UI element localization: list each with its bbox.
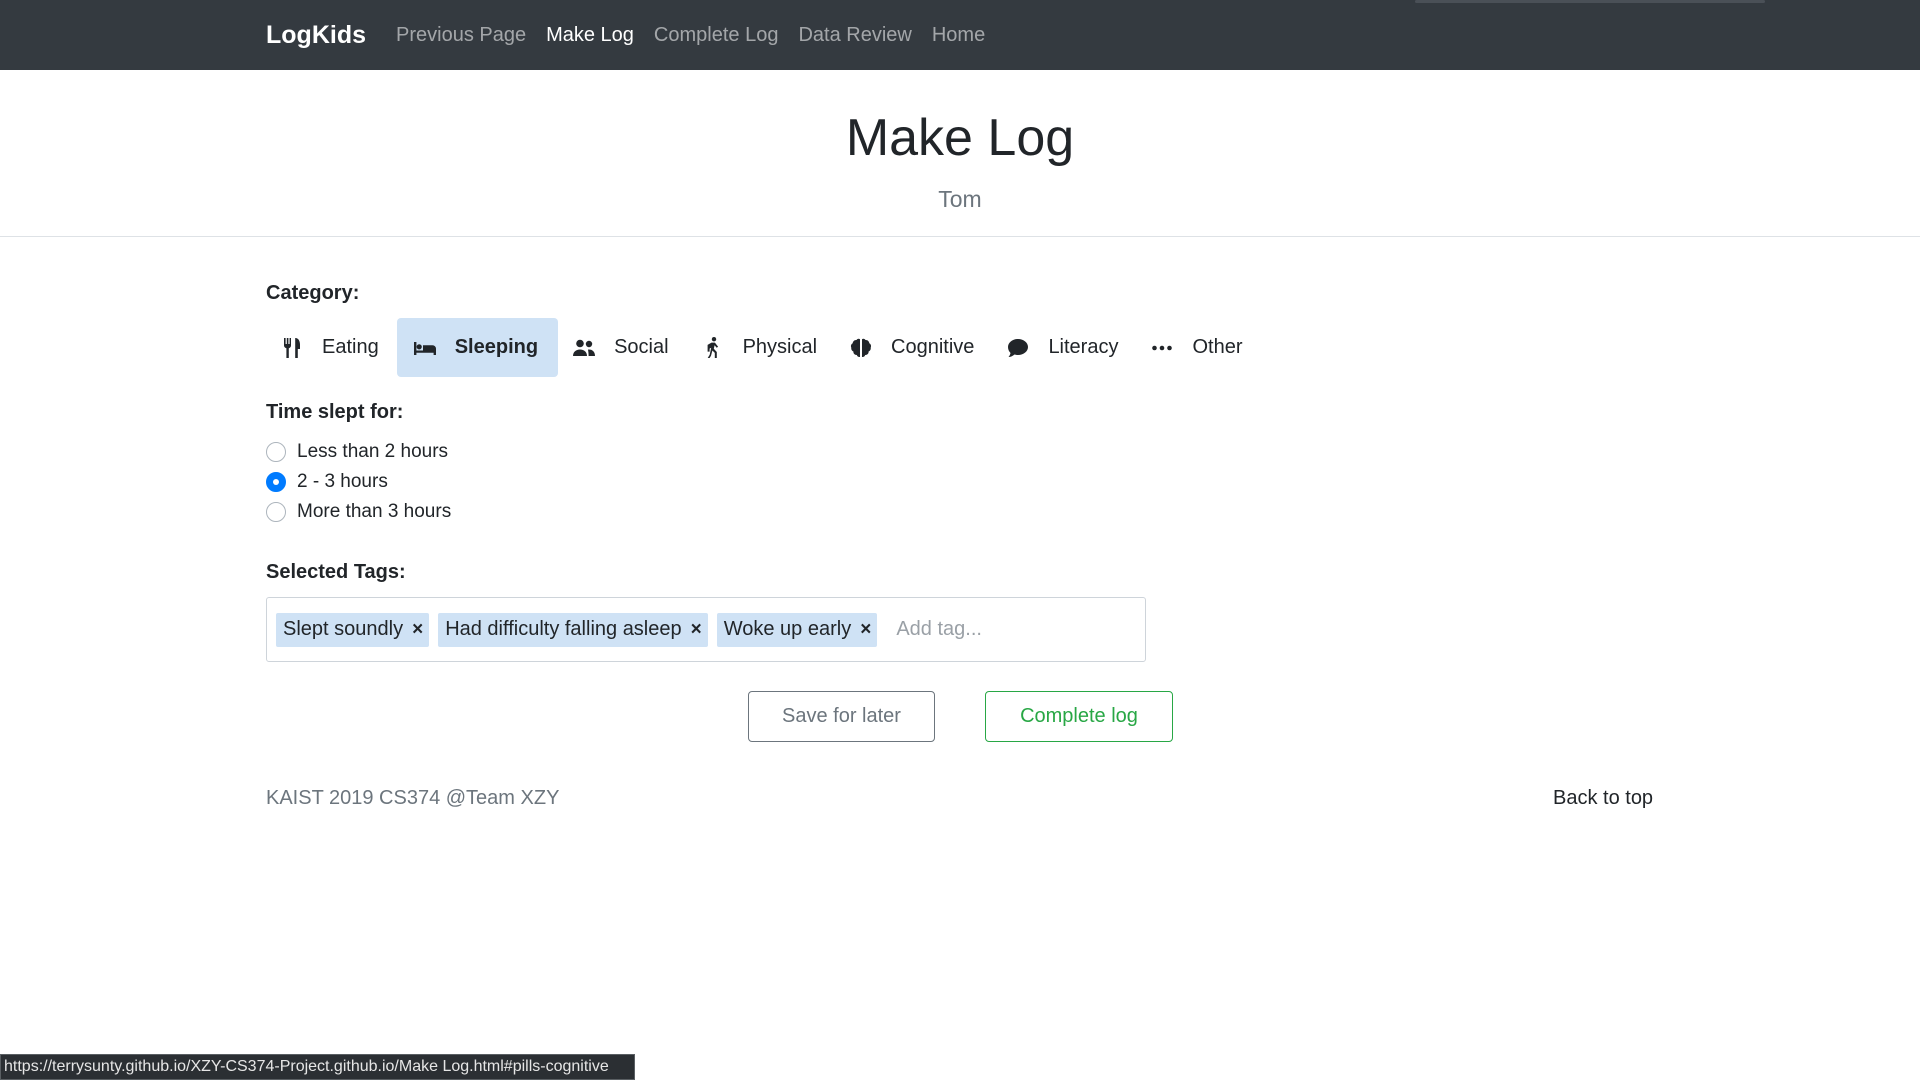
browser-status-bar-url: https://terrysunty.github.io/XZY-CS374-P…	[0, 1054, 635, 1080]
tag-remove-icon[interactable]: ×	[860, 619, 871, 641]
category-pill-literacy[interactable]: Literacy	[992, 318, 1136, 377]
page-title: Make Log	[845, 109, 1075, 167]
category-label-physical: Physical	[742, 336, 818, 358]
radio-label: Less than 2 hours	[297, 441, 449, 462]
brand-logo[interactable]: LogKids	[266, 21, 366, 50]
radio-label: More than 3 hours	[297, 501, 452, 522]
header-divider	[0, 236, 1920, 237]
time-slept-label: Time slept for:	[266, 401, 404, 423]
category-label-literacy: Literacy	[1048, 336, 1119, 358]
walking-icon	[701, 336, 725, 360]
tag-input-container[interactable]: Slept soundly × Had difficulty falling a…	[266, 597, 1146, 662]
category-label-other: Other	[1192, 336, 1243, 358]
nav-link-make-log[interactable]: Make Log	[546, 24, 634, 47]
category-pill-eating[interactable]: Eating	[266, 318, 397, 377]
footer-credit: KAIST 2019 CS374 @Team XZY	[266, 787, 560, 809]
category-pill-cognitive[interactable]: Cognitive	[835, 318, 992, 377]
tag-remove-icon[interactable]: ×	[412, 619, 423, 641]
category-label-sleeping: Sleeping	[454, 336, 539, 358]
complete-log-button[interactable]: Complete log	[985, 691, 1173, 742]
radio-option-2-3-hours[interactable]: 2 - 3 hours	[266, 471, 388, 493]
category-pills: Eating Sleeping Social Physical Cognitiv…	[266, 318, 1261, 377]
tag-chip: Had difficulty falling asleep ×	[438, 612, 708, 647]
radio-label: 2 - 3 hours	[297, 471, 388, 492]
category-label-cognitive: Cognitive	[891, 336, 975, 358]
radio-option-more-than-3-hours[interactable]: More than 3 hours	[266, 501, 451, 523]
users-icon	[572, 336, 596, 360]
category-pill-sleeping[interactable]: Sleeping	[396, 318, 559, 377]
bed-icon	[413, 336, 437, 360]
comment-icon	[1006, 336, 1030, 360]
radio-button[interactable]	[266, 442, 286, 462]
nav-link-home[interactable]: Home	[932, 24, 985, 47]
category-label-eating: Eating	[322, 336, 379, 358]
navbar: LogKids Previous Page Make Log Complete …	[0, 0, 1920, 70]
nav-link-complete-log[interactable]: Complete Log	[654, 24, 779, 47]
category-label-social: Social	[614, 336, 669, 358]
nav-shadow-decoration	[1415, 0, 1765, 3]
tag-chip: Slept soundly ×	[276, 612, 430, 647]
radio-button[interactable]	[266, 502, 286, 522]
tag-label: Woke up early	[723, 618, 852, 640]
tag-label: Slept soundly	[283, 618, 404, 640]
child-name: Tom	[938, 186, 982, 212]
tag-label: Had difficulty falling asleep	[445, 618, 682, 640]
tag-remove-icon[interactable]: ×	[691, 619, 702, 641]
radio-option-less-than-2-hours[interactable]: Less than 2 hours	[266, 441, 448, 463]
navbar-inner: LogKids Previous Page Make Log Complete …	[266, 0, 1005, 70]
add-tag-input[interactable]	[896, 618, 1087, 641]
ellipsis-icon	[1150, 336, 1174, 360]
category-pill-physical[interactable]: Physical	[687, 318, 835, 377]
category-pill-social[interactable]: Social	[558, 318, 686, 377]
back-to-top-link[interactable]: Back to top	[1553, 787, 1653, 810]
nav-link-previous-page[interactable]: Previous Page	[396, 24, 526, 47]
brain-icon	[849, 336, 873, 360]
selected-tags-label: Selected Tags:	[266, 561, 406, 583]
tag-chip: Woke up early ×	[716, 612, 878, 647]
category-label: Category:	[266, 282, 360, 304]
radio-button-checked[interactable]	[266, 472, 286, 492]
save-for-later-button[interactable]: Save for later	[748, 691, 935, 742]
nav-link-data-review[interactable]: Data Review	[798, 24, 911, 47]
category-pill-other[interactable]: Other	[1136, 318, 1260, 377]
utensils-icon	[280, 336, 304, 360]
